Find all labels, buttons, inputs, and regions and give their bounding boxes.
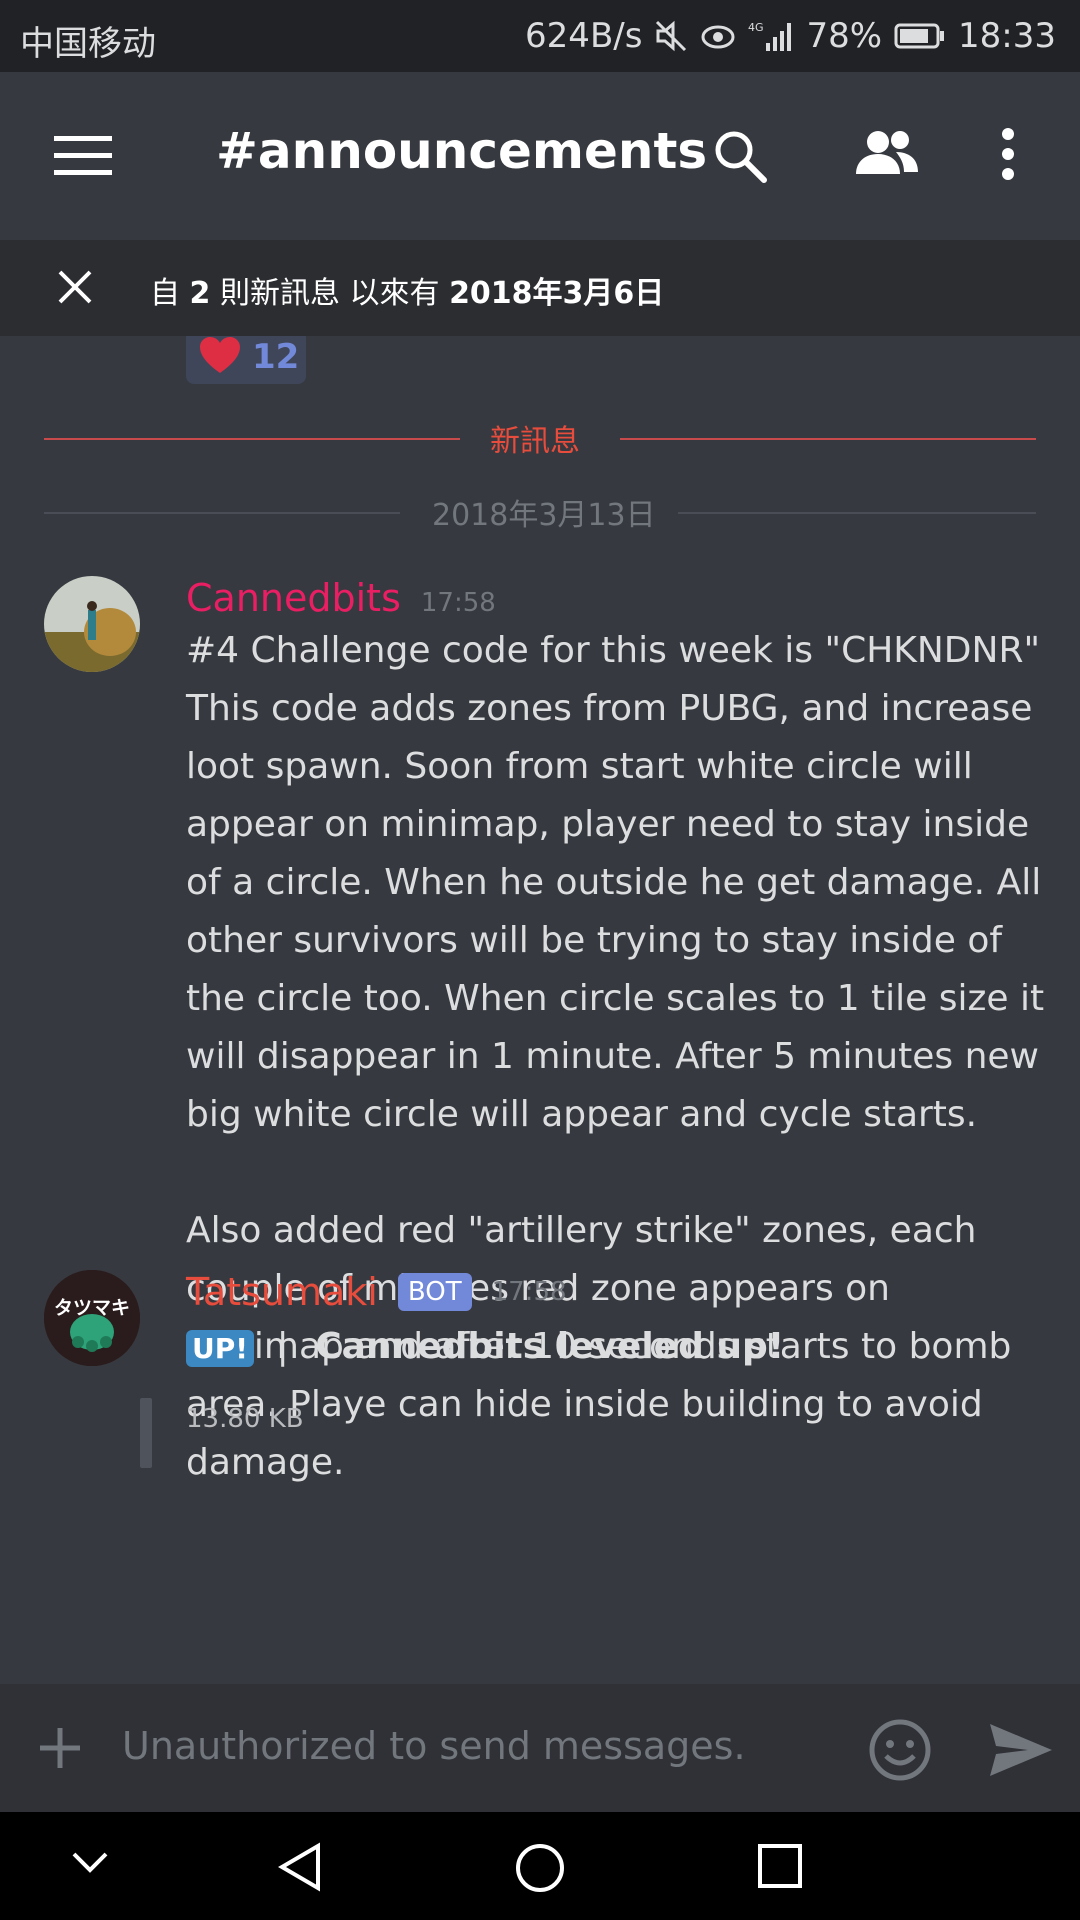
message-input-bar: Unauthorized to send messages.: [0, 1684, 1080, 1812]
author-name[interactable]: Cannedbits: [186, 576, 401, 620]
system-nav-bar: [0, 1812, 1080, 1920]
avatar[interactable]: タツマキ: [44, 1270, 140, 1366]
search-icon[interactable]: [712, 128, 768, 188]
attachment-bar: [140, 1398, 152, 1468]
date-label: 2018年3月13日: [432, 498, 656, 533]
battery-icon: [894, 22, 946, 50]
separator: |: [276, 1326, 289, 1367]
message-header: Tatsumaki BOT 17:58: [186, 1270, 567, 1314]
bot-badge: BOT: [397, 1273, 472, 1311]
message-input[interactable]: Unauthorized to send messages.: [122, 1724, 746, 1768]
channel-title: #announcements: [216, 122, 708, 180]
more-icon[interactable]: [1000, 128, 1016, 184]
carrier-name: 中国移动: [20, 24, 156, 64]
author-name[interactable]: Tatsumaki: [186, 1270, 378, 1314]
banner-count: 2: [189, 276, 211, 311]
attachment-size: 13.80 KB: [186, 1404, 304, 1434]
clock: 18:33: [958, 16, 1056, 56]
timestamp: 17:58: [491, 1277, 567, 1307]
status-bar: 中国移动 624B/s 4G 78% 18:33: [0, 0, 1080, 72]
heart-icon: [198, 336, 242, 379]
menu-icon[interactable]: [54, 134, 114, 182]
date-divider: 2018年3月13日: [44, 498, 1036, 533]
mute-icon: [654, 19, 688, 53]
banner-prefix: 自: [150, 276, 180, 311]
members-icon[interactable]: [852, 128, 922, 182]
new-messages-banner[interactable]: 自 2 則新訊息 以來有 2018年3月6日: [0, 240, 1080, 336]
home-icon[interactable]: [514, 1842, 566, 1898]
up-icon: UP!: [186, 1330, 255, 1367]
signal-icon: 4G: [748, 19, 794, 53]
emoji-icon[interactable]: [868, 1718, 932, 1786]
send-icon[interactable]: [988, 1722, 1054, 1782]
reaction-count: 12: [252, 337, 300, 377]
chevron-down-icon[interactable]: [70, 1842, 110, 1886]
network-type: 4G: [748, 21, 764, 34]
heart-reaction[interactable]: 12: [186, 336, 306, 384]
net-speed: 624B/s: [525, 16, 643, 56]
timestamp: 17:58: [420, 588, 496, 618]
close-icon[interactable]: [56, 268, 94, 314]
recents-icon[interactable]: [756, 1842, 804, 1894]
levelup-text: Cannedbits leveled up!: [315, 1326, 785, 1367]
battery-percent: 78%: [806, 16, 883, 56]
channel-header: #announcements: [0, 72, 1080, 240]
new-messages-label: 新訊息: [490, 424, 580, 459]
banner-middle: 則新訊息 以來有: [219, 276, 440, 311]
add-icon[interactable]: [36, 1724, 84, 1776]
avatar[interactable]: [44, 576, 140, 672]
back-icon[interactable]: [276, 1842, 324, 1896]
banner-text: 自 2 則新訊息 以來有 2018年3月6日: [150, 268, 664, 312]
avatar-text: タツマキ: [54, 1297, 130, 1319]
message-list[interactable]: 12 新訊息 2018年3月13日 Cannedbits 17:58 #4 Ch…: [0, 336, 1080, 1684]
levelup-line: UP! | Cannedbits leveled up!: [186, 1326, 784, 1367]
banner-date: 2018年3月6日: [449, 276, 665, 311]
message-header: Cannedbits 17:58: [186, 576, 496, 620]
eye-icon: [700, 21, 736, 51]
new-messages-divider: 新訊息: [44, 424, 1036, 459]
